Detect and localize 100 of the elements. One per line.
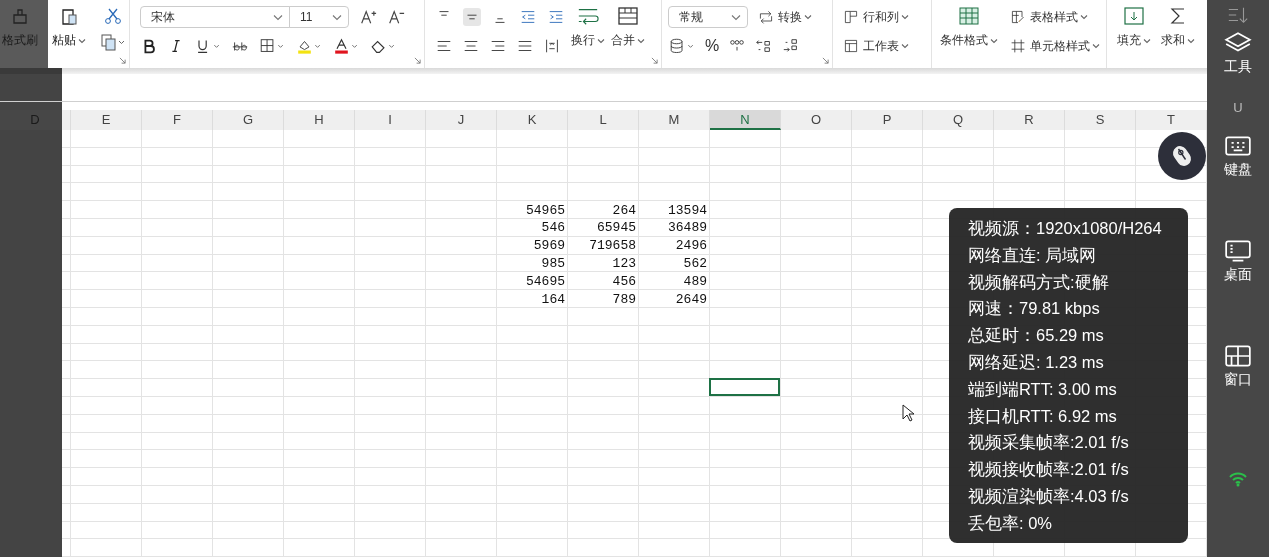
chevron-icon [332, 13, 342, 21]
column-header[interactable]: N [710, 110, 781, 130]
fill-button[interactable]: 填充 [1117, 32, 1151, 49]
dialog-launcher-icon[interactable] [414, 57, 421, 64]
selected-cell[interactable] [709, 378, 780, 397]
sidebar-button[interactable]: 键盘 [1207, 134, 1269, 179]
wrap-text-button[interactable]: 换行 [571, 32, 605, 49]
stat-line: 视频源：1920x1080/H264 [968, 218, 1163, 239]
worksheet-icon [843, 38, 859, 54]
column-header[interactable]: K [497, 110, 568, 130]
font-size-dropdown[interactable]: 11 [289, 6, 349, 28]
table-cell-text: 456 [612, 273, 637, 289]
dialog-launcher-icon[interactable] [119, 57, 126, 64]
table-cell-text: 36489 [668, 220, 708, 236]
number-format-dropdown[interactable]: 常规 [668, 6, 748, 28]
database-icon[interactable] [668, 37, 696, 55]
column-header[interactable]: G [213, 110, 284, 130]
cell-style-button[interactable]: 单元格样式 [1010, 37, 1100, 55]
chevron-icon [731, 13, 741, 21]
column-header[interactable]: L [568, 110, 639, 130]
column-header[interactable]: T [1136, 110, 1207, 130]
dialog-launcher-icon[interactable] [651, 57, 658, 64]
sum-button[interactable]: 求和 [1161, 32, 1195, 49]
column-header[interactable]: P [852, 110, 923, 130]
paste-button[interactable]: 粘贴 [52, 2, 86, 68]
column-header[interactable]: O [781, 110, 852, 130]
caret-icon [78, 37, 86, 44]
column-header[interactable]: H [284, 110, 355, 130]
stat-line: 端到端RTT: 3.00 ms [968, 378, 1118, 400]
stat-line: 视频渲染帧率:4.03 f/s [968, 485, 1130, 507]
table-cell-text: 719658 [589, 238, 637, 254]
rows-columns-icon [843, 9, 859, 25]
decrease-indent-icon[interactable] [519, 8, 537, 26]
monitor-icon [1224, 239, 1252, 263]
table-cell-text: 264 [612, 202, 637, 218]
rows-columns-button[interactable]: 行和列 [843, 8, 909, 26]
formula-bar[interactable] [0, 74, 1207, 102]
column-header[interactable]: U [1207, 98, 1269, 118]
column-header[interactable]: F [142, 110, 213, 130]
keyboard-icon [1224, 134, 1252, 158]
cell-style-icon [1010, 38, 1026, 54]
shrink-font-icon[interactable] [387, 8, 405, 26]
sidebar-button[interactable]: 工具 [1207, 31, 1269, 76]
table-cell-text: 65945 [597, 220, 637, 236]
stat-line: 网络延迟: 1.23 ms [968, 352, 1105, 373]
fill-down-icon [1123, 6, 1145, 26]
dialog-launcher-icon[interactable] [822, 57, 829, 64]
font-color-icon[interactable] [332, 37, 360, 55]
conditional-format-icon [958, 6, 980, 26]
table-cell-text: 5969 [533, 238, 566, 254]
table-style-button[interactable]: 表格样式 [1010, 8, 1088, 26]
stat-line: 接口机RTT: 6.92 ms [968, 405, 1118, 427]
merge-cells-icon [617, 6, 639, 26]
increase-indent-icon[interactable] [547, 8, 565, 26]
caret-icon [1092, 43, 1100, 49]
column-header[interactable]: J [426, 110, 497, 130]
worksheet-button[interactable]: 工作表 [843, 37, 909, 55]
column-header[interactable]: M [639, 110, 710, 130]
caret-icon [597, 37, 605, 44]
column-header[interactable]: I [355, 110, 426, 130]
wifi-icon [1228, 471, 1248, 487]
sidebar-button[interactable]: 窗口 [1207, 344, 1269, 389]
grow-font-icon[interactable] [359, 8, 377, 26]
merge-button[interactable]: 合并 [611, 32, 645, 49]
stat-line: 丢包率: 0% [968, 512, 1054, 534]
table-cell-text: 562 [683, 255, 708, 271]
distribute-icon[interactable] [543, 37, 561, 55]
table-cell-text: 13594 [668, 202, 708, 218]
caret-icon [990, 37, 998, 44]
table-cell-text: 546 [541, 220, 566, 236]
window-grid-icon [1224, 344, 1252, 368]
mouse-pointer-icon [902, 404, 914, 422]
table-cell-text: 985 [541, 255, 566, 271]
percent-button[interactable]: % [705, 37, 720, 55]
stat-line: 总延时：65.29 ms [968, 325, 1105, 347]
caret-icon [901, 14, 909, 20]
convert-button[interactable]: 转换 [758, 8, 812, 26]
table-cell-text: 2649 [675, 291, 708, 307]
table-cell-text: 789 [612, 291, 637, 307]
caret-icon [637, 37, 645, 44]
column-header[interactable]: E [71, 110, 142, 130]
border-icon[interactable] [258, 37, 286, 55]
table-cell-text: 123 [612, 255, 637, 271]
table-cell-text: 54695 [526, 273, 566, 289]
column-header[interactable]: Q [923, 110, 994, 130]
stat-line: 网络直连: 局域网 [968, 244, 1098, 266]
sidebar-button[interactable]: 桌面 [1207, 239, 1269, 284]
table-cell-text: 164 [541, 291, 566, 307]
copy-icon[interactable] [100, 32, 126, 52]
cut-icon[interactable] [102, 6, 124, 26]
vertical-align-icon[interactable] [463, 8, 481, 26]
conditional-format-button[interactable]: 条件格式 [940, 32, 998, 49]
wrap-text-icon [577, 6, 599, 26]
table-cell-text: 54965 [526, 202, 566, 218]
column-header[interactable]: R [994, 110, 1065, 130]
table-cell-text: 2496 [675, 238, 708, 254]
stat-line: 视频采集帧率:2.01 f/s [968, 432, 1130, 454]
sort-icon[interactable] [1227, 5, 1249, 25]
column-header[interactable]: S [1065, 110, 1136, 130]
font-dropdown[interactable]: 宋体 [140, 6, 290, 28]
